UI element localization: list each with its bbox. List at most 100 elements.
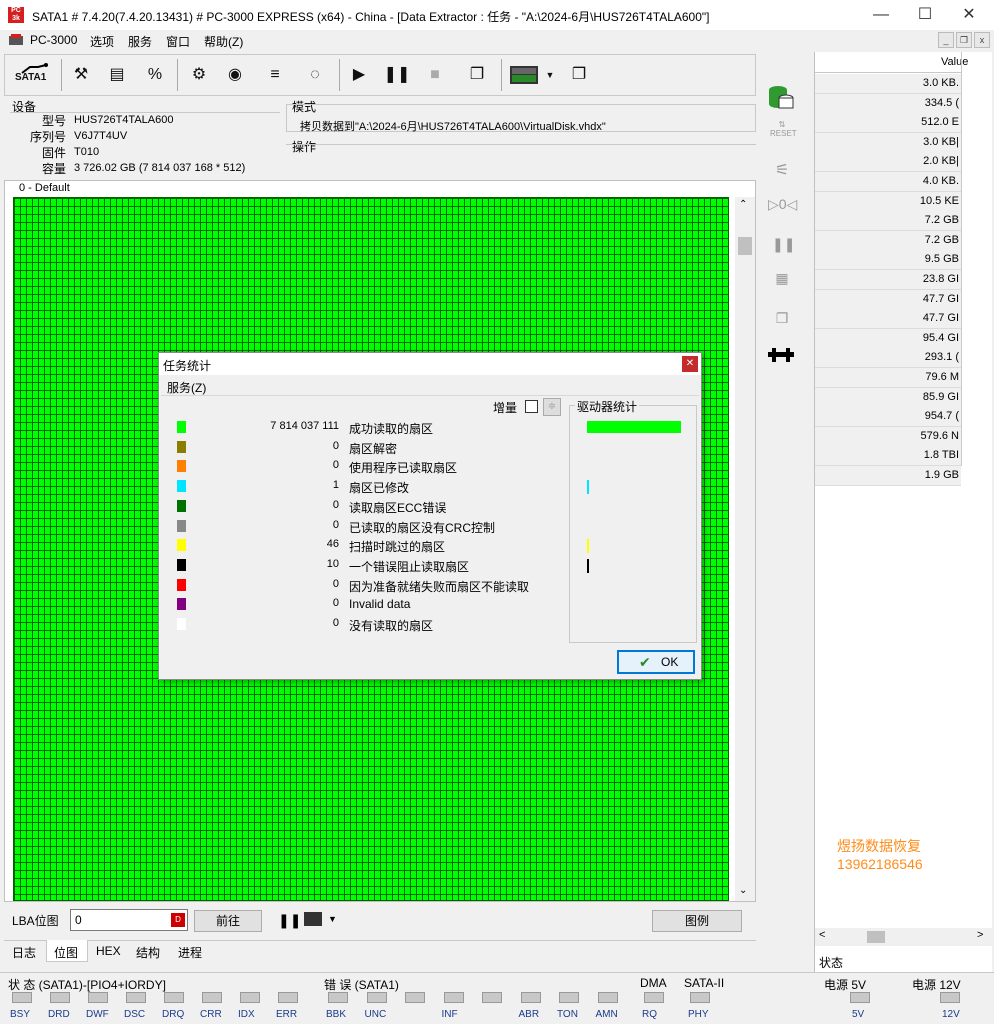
play-button[interactable]: ▶ [345,61,373,89]
dma-led [644,992,664,1003]
value-cell: 3.0 KB| [923,135,959,148]
tab-hex[interactable]: HEX [96,944,121,958]
status-tab[interactable]: 状态 [819,954,843,971]
capacity-label: 容量 [41,162,66,176]
value-row[interactable]: 9.5 GB [815,250,961,271]
lba-input[interactable]: 0 D [70,909,188,931]
sata-port-button[interactable]: SATA1 [11,61,57,89]
scroll-down-icon[interactable]: ⌄ [739,885,747,896]
value-row[interactable]: 3.0 KB. [815,74,961,94]
mdi-restore-button[interactable]: ❐ [956,32,972,48]
tab-structure[interactable]: 结构 [136,944,160,961]
pause-button[interactable]: ❚❚ [383,61,411,89]
maximize-button[interactable]: ☐ [902,0,948,30]
mdi-close-button[interactable]: x [974,32,990,48]
close-window-button[interactable]: ✕ [946,0,992,30]
copy-window-icon[interactable]: ❐ [463,61,491,89]
goto-button[interactable]: 前往 [194,910,262,932]
value-row[interactable]: 334.5 ( [815,93,961,114]
value-row[interactable]: 95.4 GI [815,328,961,349]
transfer-connector-icon[interactable] [766,346,796,366]
drive-settings-icon[interactable]: ⚙ [185,61,213,89]
pause-side-icon[interactable]: ❚❚ [772,236,795,256]
reset-icon[interactable]: ⇅ RESET [770,120,797,148]
status-led-label: ERR [276,1009,298,1020]
tools-icon[interactable]: ⚒ [67,61,95,89]
map-view-icon[interactable] [507,61,541,89]
panel-horizontal-scrollbar[interactable]: < > [815,928,993,946]
scroll-left-icon[interactable]: < [819,929,825,941]
increment-label: 增量 [493,401,518,415]
map-view-dropdown-icon[interactable]: ▼ [543,61,557,89]
value-row[interactable]: 293.1 ( [815,348,961,369]
value-row[interactable]: 47.7 GI [815,309,961,330]
dma-led-label: RQ [642,1009,657,1020]
menu-service[interactable]: 服务 [128,33,152,50]
sector-transfer-icon[interactable]: ≡ [261,61,289,89]
menu-window[interactable]: 窗口 [166,33,190,50]
binoculars-icon[interactable]: ◉ [221,61,249,89]
value-row[interactable]: 2.0 KB| [815,152,961,173]
stop-button[interactable]: ■ [421,61,449,89]
value-column-header[interactable]: Value [941,56,968,68]
sector-edit-icon[interactable]: ▦ [768,270,796,294]
value-row[interactable]: 512.0 E [815,113,961,134]
main-toolbar: SATA1 ⚒ ▤ % ⚙ ◉ ≡ ◌ ▶ ❚❚ ■ ❐ ▼ ❐ [4,54,756,96]
power-toggle-icon[interactable]: ⚟ [770,160,794,184]
value-row[interactable]: 85.9 GI [815,387,961,408]
increment-checkbox[interactable] [525,400,538,413]
value-row[interactable]: 7.2 GB [815,230,961,251]
mdi-minimize-button[interactable]: _ [938,32,954,48]
stat-count: 0 [332,439,339,452]
value-row[interactable]: 4.0 KB. [815,172,961,192]
status-led-label: IDX [238,1009,255,1020]
menu-options[interactable]: 选项 [90,33,114,50]
status-led-label: DSC [124,1009,146,1020]
run-exit-icon[interactable]: ❐ [565,61,593,89]
value-row[interactable]: 954.7 ( [815,407,961,428]
chart-icon[interactable]: ≑ [543,398,561,416]
tab-bitmap[interactable]: 位图 [54,944,78,961]
tab-log[interactable]: 日志 [12,944,36,961]
id-card-icon[interactable]: ▤ [103,61,131,89]
map-pause-icon[interactable]: ❚❚ [278,912,301,929]
value-row[interactable]: 23.8 GI [815,270,961,290]
map-mode-icon[interactable] [304,912,322,926]
stat-label: 没有读取的扇区 [349,619,434,633]
value-row[interactable]: 3.0 KB| [815,132,961,153]
pc3000-menu-icon[interactable] [8,33,24,47]
map-mode-dropdown-icon[interactable]: ▼ [328,914,337,924]
value-row[interactable]: 7.2 GB [815,211,961,232]
ok-button[interactable]: ✔ OK [617,650,695,674]
dialog-close-button[interactable]: ✕ [682,356,698,372]
value-row[interactable]: 79.6 M [815,368,961,388]
stat-color-swatch [177,460,186,473]
dialog-menu-service[interactable]: 服务(Z) [167,379,206,396]
watermark-phone: 13962186546 [837,856,923,872]
legend-button[interactable]: 图例 [652,910,742,932]
database-sync-icon[interactable] [766,80,796,114]
value-row[interactable]: 47.7 GI [815,289,961,310]
menu-help[interactable]: 帮助(Z) [204,33,243,50]
status-led [126,992,146,1003]
value-cell: 512.0 E [921,116,959,129]
minimize-button[interactable]: — [858,0,904,30]
lba-format-icon[interactable]: D [171,913,185,927]
disk-icon[interactable]: ◌ [301,61,329,89]
h-scroll-thumb[interactable] [867,931,885,943]
percent-icon[interactable]: % [141,61,169,89]
scroll-up-icon[interactable]: ⌃ [739,199,747,210]
stat-label: 扇区已修改 [349,481,410,496]
scroll-right-icon[interactable]: > [977,929,983,941]
value-row[interactable]: 579.6 N [815,426,961,447]
menu-pc3000[interactable]: PC-3000 [30,33,77,47]
value-row[interactable]: 10.5 KE [815,191,961,212]
value-row[interactable]: 1.8 TBI [815,446,961,467]
tab-process[interactable]: 进程 [178,944,202,961]
value-row[interactable]: 1.9 GB [815,466,961,486]
map-vertical-scrollbar[interactable]: ⌃ ⌄ [735,197,755,901]
model-label: 型号 [41,114,66,128]
scroll-thumb[interactable] [738,237,752,255]
copy-close-icon[interactable]: ❐ [770,310,794,334]
head-map-icon[interactable]: ▷0◁ [768,196,797,220]
